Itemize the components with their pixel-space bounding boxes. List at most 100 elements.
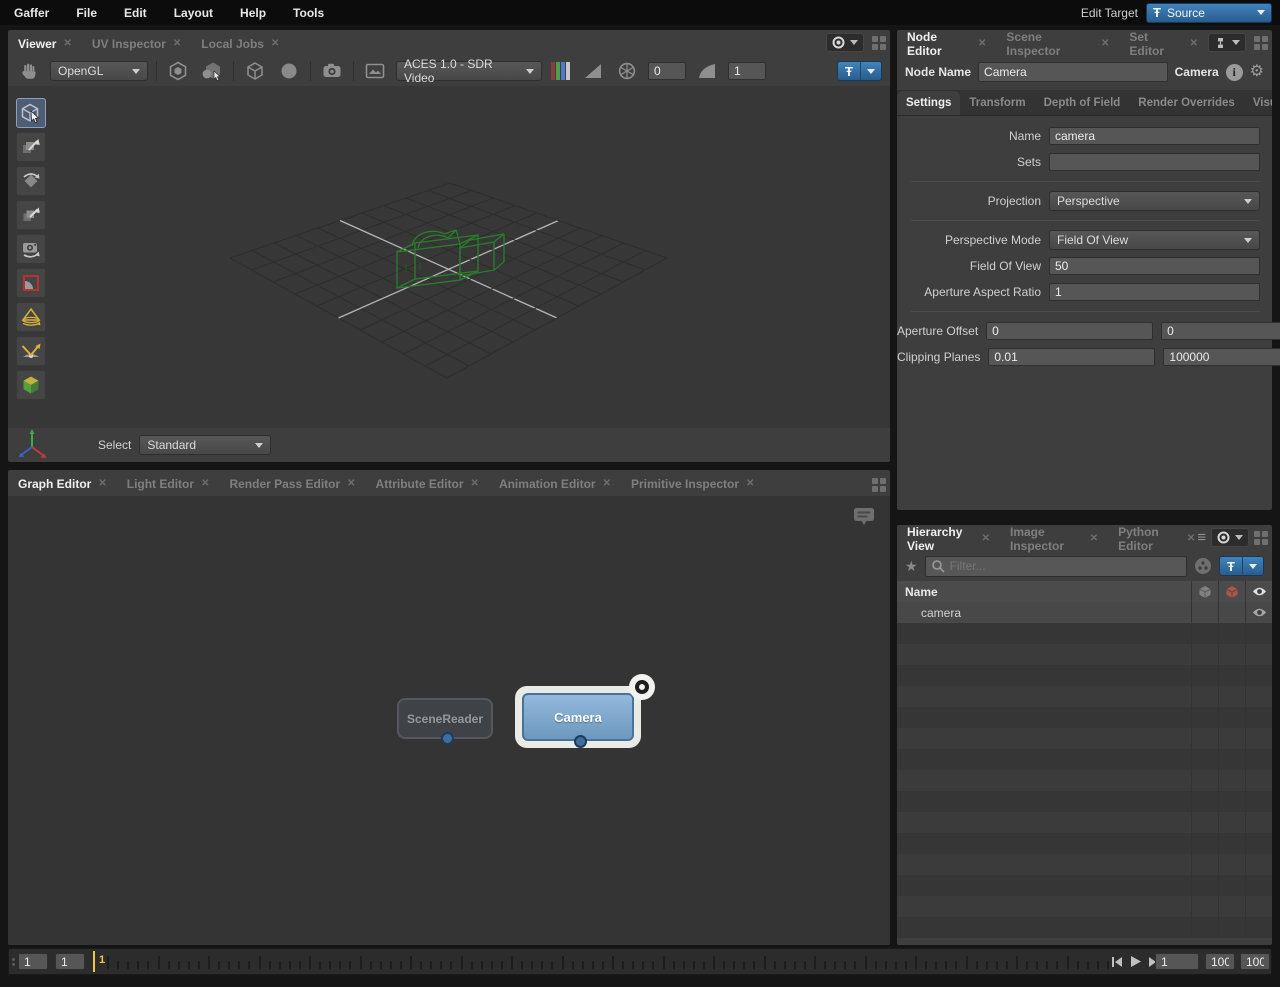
camera-tool-button[interactable] [16,234,46,264]
exposure-icon[interactable] [580,59,606,83]
wireframe-cube-icon[interactable] [242,59,268,83]
shaded-sphere-icon[interactable] [276,59,302,83]
menu-edit[interactable]: Edit [124,6,147,20]
tab-primitive-inspector[interactable]: Primitive Inspector ✕ [621,471,764,496]
node-scenereader[interactable]: SceneReader [397,698,493,739]
close-icon[interactable]: ✕ [1187,533,1195,544]
node-output-plug[interactable] [574,735,587,748]
tab-animation-editor[interactable]: Animation Editor ✕ [489,471,621,496]
tab-render-pass-editor[interactable]: Render Pass Editor ✕ [219,471,365,496]
hierarchy-target-menu-button[interactable] [1211,528,1249,547]
tab-scene-inspector[interactable]: Scene Inspector ✕ [996,31,1119,56]
playhead[interactable] [93,951,95,972]
select-tool-button[interactable] [16,98,46,128]
close-icon[interactable]: ✕ [98,478,106,489]
gamma-icon[interactable] [694,59,720,83]
menu-file[interactable]: File [76,6,97,20]
camera-icon[interactable] [319,59,345,83]
info-icon[interactable]: i [1226,64,1243,81]
filter-input[interactable] [950,559,1181,573]
bounding-box-icon[interactable] [165,59,191,83]
bookmark-star-icon[interactable]: ★ [905,558,918,575]
hierarchy-pin-button[interactable]: Ŧ [1219,556,1264,576]
tab-python-editor[interactable]: Python Editor ✕ [1108,526,1197,551]
subtab-transform[interactable]: Transform [960,91,1034,115]
filter-search-box[interactable] [925,556,1187,577]
layout-grid-icon[interactable] [1254,36,1268,50]
scene-view-tool-button[interactable] [16,370,46,400]
close-icon[interactable]: ✕ [982,533,990,544]
rotate-tool-button[interactable] [16,166,46,196]
tab-light-editor[interactable]: Light Editor ✕ [117,471,220,496]
gear-icon[interactable]: ⚙ [1250,64,1264,80]
range-end-input[interactable] [1205,953,1235,970]
tab-graph-editor[interactable]: Graph Editor ✕ [8,471,117,496]
pan-hand-icon[interactable] [16,59,42,83]
render-image-icon[interactable] [362,59,388,83]
subtab-settings[interactable]: Settings [897,91,960,115]
aperture-offset-y-input[interactable] [1161,322,1280,340]
layout-grid-icon[interactable] [872,36,886,50]
rgb-channels-icon[interactable] [550,59,572,83]
select-mode-dropdown[interactable]: Standard [139,435,271,455]
close-icon[interactable]: ✕ [1101,38,1109,49]
close-icon[interactable]: ✕ [173,38,181,49]
focus-ring-icon[interactable] [629,674,655,700]
viewport-3d[interactable] [8,86,890,428]
tab-attribute-editor[interactable]: Attribute Editor ✕ [366,471,489,496]
translate-tool-button[interactable] [16,132,46,162]
clipping-near-input[interactable] [988,348,1155,366]
perspective-mode-dropdown[interactable]: Field Of View [1049,230,1260,250]
menu-gaffer[interactable]: Gaffer [14,6,49,20]
cell-exclusions[interactable] [1218,602,1245,623]
layout-grid-icon[interactable] [872,478,886,492]
timeline-grip[interactable] [12,958,15,966]
light-tool-button[interactable] [16,302,46,332]
cell-inclusions[interactable] [1191,602,1218,623]
tab-image-inspector[interactable]: Image Inspector ✕ [1000,526,1108,551]
timeline-ruler[interactable] [107,949,1111,974]
close-icon[interactable]: ✕ [746,478,754,489]
close-icon[interactable]: ✕ [1090,533,1098,544]
edit-target-dropdown[interactable]: Ŧ Source [1146,3,1272,23]
hamburger-menu-icon[interactable]: ≡ [1197,530,1206,545]
hierarchy-row-camera[interactable]: camera [897,602,1272,623]
end-frame-input[interactable] [1240,953,1270,970]
node-graph-canvas[interactable]: SceneReader Camera [8,496,890,945]
aperture-offset-x-input[interactable] [986,322,1153,340]
column-header-exclusions[interactable] [1218,581,1245,602]
tab-viewer[interactable]: Viewer ✕ [8,31,82,56]
close-icon[interactable]: ✕ [63,38,71,49]
node-camera[interactable]: Camera [522,693,634,741]
aperture-icon[interactable] [614,59,640,83]
tab-hierarchy-view[interactable]: Hierarchy View ✕ [897,526,1000,551]
column-header-inclusions[interactable] [1191,581,1218,602]
scale-tool-button[interactable] [16,200,46,230]
viewer-pin-button[interactable]: Ŧ [837,61,882,81]
subtab-render-overrides[interactable]: Render Overrides [1129,91,1244,115]
close-icon[interactable]: ✕ [271,38,279,49]
annotation-icon[interactable] [852,506,876,528]
close-icon[interactable]: ✕ [471,478,479,489]
menu-layout[interactable]: Layout [174,6,213,20]
close-icon[interactable]: ✕ [347,478,355,489]
set-filter-icon[interactable] [1194,557,1212,575]
range-start-input[interactable] [18,953,48,970]
name-column-header[interactable]: Name [897,585,1191,599]
projection-dropdown[interactable]: Perspective [1049,191,1260,211]
play-icon[interactable] [1129,955,1142,968]
tab-node-editor[interactable]: Node Editor ✕ [897,31,996,56]
field-of-view-input[interactable] [1049,257,1260,275]
cell-visibility[interactable] [1245,602,1272,623]
node-output-plug[interactable] [441,732,454,745]
tab-set-editor[interactable]: Set Editor ✕ [1119,31,1208,56]
exposure-input[interactable] [648,62,686,80]
viewer-target-menu-button[interactable] [826,33,864,52]
current-frame-input[interactable] [55,953,85,970]
crop-window-tool-button[interactable] [16,268,46,298]
subtab-visual[interactable]: Visual [1244,91,1272,115]
aperture-aspect-ratio-input[interactable] [1049,283,1260,301]
subtab-depth-of-field[interactable]: Depth of Field [1035,91,1130,115]
menu-tools[interactable]: Tools [293,6,324,20]
skip-to-start-icon[interactable] [1111,956,1123,968]
